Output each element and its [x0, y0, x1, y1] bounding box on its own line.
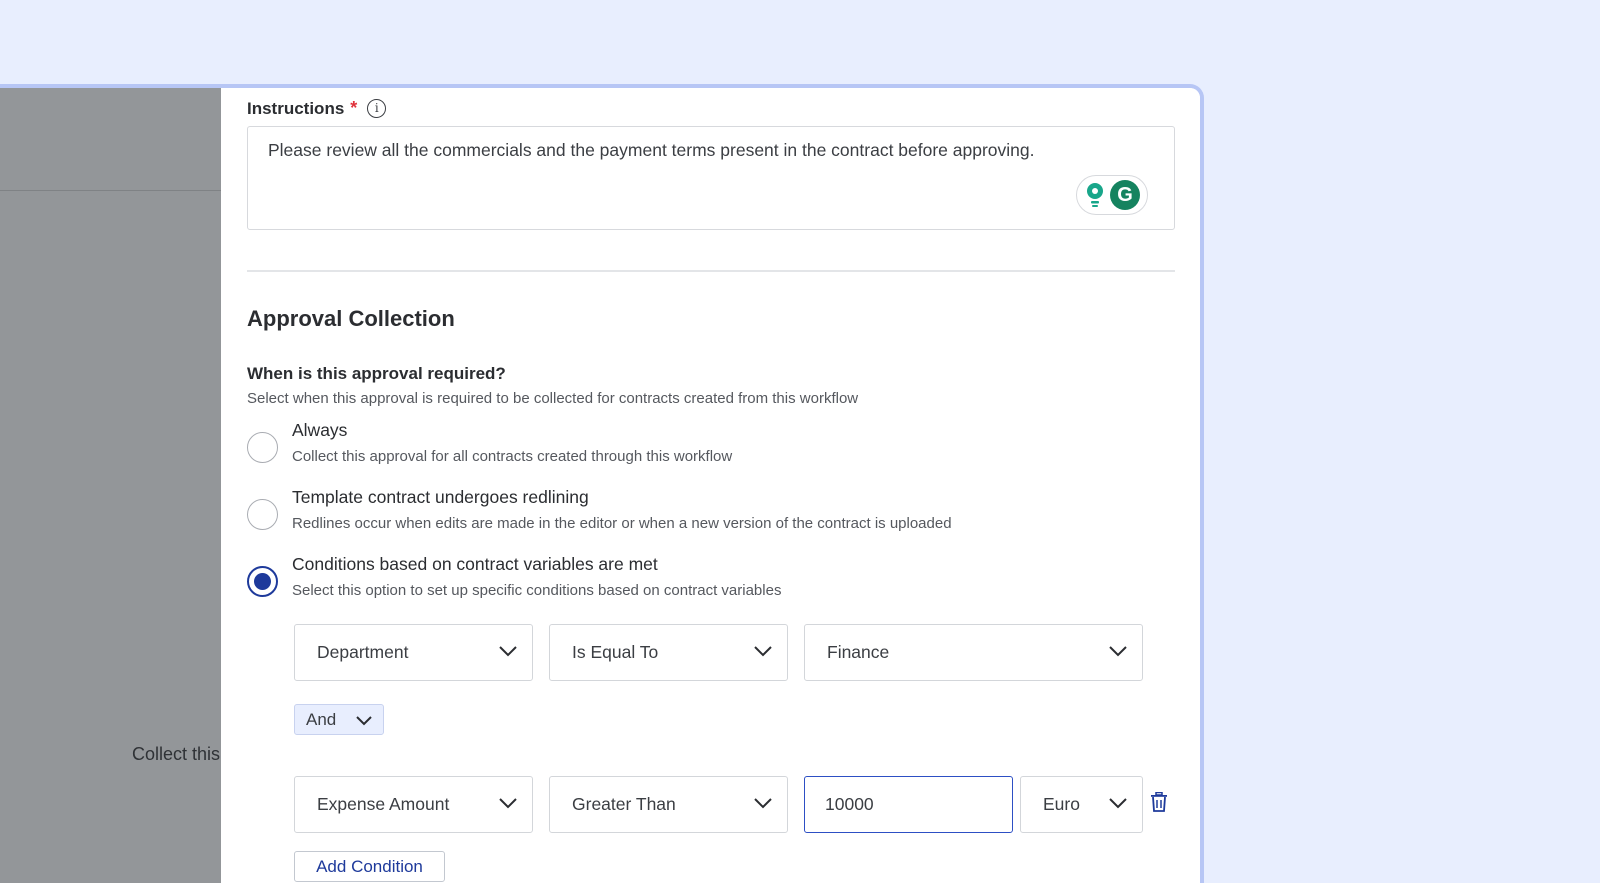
add-condition-button[interactable]: Add Condition — [294, 851, 445, 882]
background-page: Collect this approval — [0, 88, 221, 883]
option-description: Select this option to set up specific co… — [292, 582, 782, 599]
chevron-down-icon — [1109, 798, 1127, 809]
condition-variable-select[interactable]: Department — [294, 624, 533, 681]
chevron-down-icon — [754, 646, 772, 657]
condition-variable-select[interactable]: Expense Amount — [294, 776, 533, 833]
background-divider — [0, 190, 221, 191]
connector-label: And — [306, 709, 337, 729]
radio-always[interactable] — [247, 432, 278, 463]
select-value: Expense Amount — [317, 794, 450, 814]
input-value: 10000 — [825, 794, 874, 814]
radio-redlining[interactable] — [247, 499, 278, 530]
chevron-down-icon — [1109, 646, 1127, 657]
trash-icon[interactable] — [1150, 792, 1168, 812]
option-conditions[interactable]: Conditions based on contract variables a… — [247, 554, 781, 599]
grammarly-logo-icon: G — [1110, 180, 1140, 210]
condition-operator-select[interactable]: Is Equal To — [549, 624, 788, 681]
option-description: Collect this approval for all contracts … — [292, 448, 733, 465]
condition-operator-select[interactable]: Greater Than — [549, 776, 788, 833]
condition-value-input[interactable]: 10000 — [804, 776, 1013, 833]
instructions-label: Instructions — [247, 98, 345, 118]
condition-value-select[interactable]: Finance — [804, 624, 1143, 681]
option-title: Always — [292, 420, 348, 440]
chevron-down-icon — [754, 798, 772, 809]
select-value: Is Equal To — [572, 642, 659, 662]
question-description: Select when this approval is required to… — [247, 390, 859, 407]
option-title: Template contract undergoes redlining — [292, 487, 589, 507]
background-text: Collect this approval — [132, 744, 221, 764]
grammarly-widget[interactable]: G — [1076, 175, 1148, 215]
instructions-label-row: Instructions * i — [247, 98, 387, 119]
required-mark: * — [350, 98, 358, 118]
option-description: Redlines occur when edits are made in th… — [292, 515, 952, 532]
chevron-down-icon — [499, 798, 517, 809]
connector-dropdown[interactable]: And — [294, 704, 384, 735]
chevron-down-icon — [356, 716, 372, 726]
select-value: Finance — [827, 642, 890, 662]
option-title: Conditions based on contract variables a… — [292, 554, 658, 574]
info-icon[interactable]: i — [367, 99, 387, 118]
currency-select[interactable]: Euro — [1020, 776, 1143, 833]
instructions-text: Please review all the commercials and th… — [268, 140, 1035, 160]
section-divider — [247, 270, 1175, 272]
option-always[interactable]: Always Collect this approval for all con… — [247, 420, 732, 465]
modal-window: Collect this approval Instructions * i P… — [0, 84, 1204, 883]
lightbulb-icon — [1087, 183, 1103, 207]
chevron-down-icon — [499, 646, 517, 657]
select-value: Department — [317, 642, 409, 662]
option-redlining[interactable]: Template contract undergoes redlining Re… — [247, 487, 952, 532]
select-value: Greater Than — [572, 794, 676, 814]
instructions-textarea[interactable]: Please review all the commercials and th… — [247, 126, 1175, 230]
radio-conditions[interactable] — [247, 566, 278, 597]
section-title: Approval Collection — [247, 306, 455, 331]
approval-settings-panel: Instructions * i Please review all the c… — [221, 88, 1200, 883]
select-value: Euro — [1043, 794, 1080, 814]
question-label: When is this approval required? — [247, 364, 506, 383]
